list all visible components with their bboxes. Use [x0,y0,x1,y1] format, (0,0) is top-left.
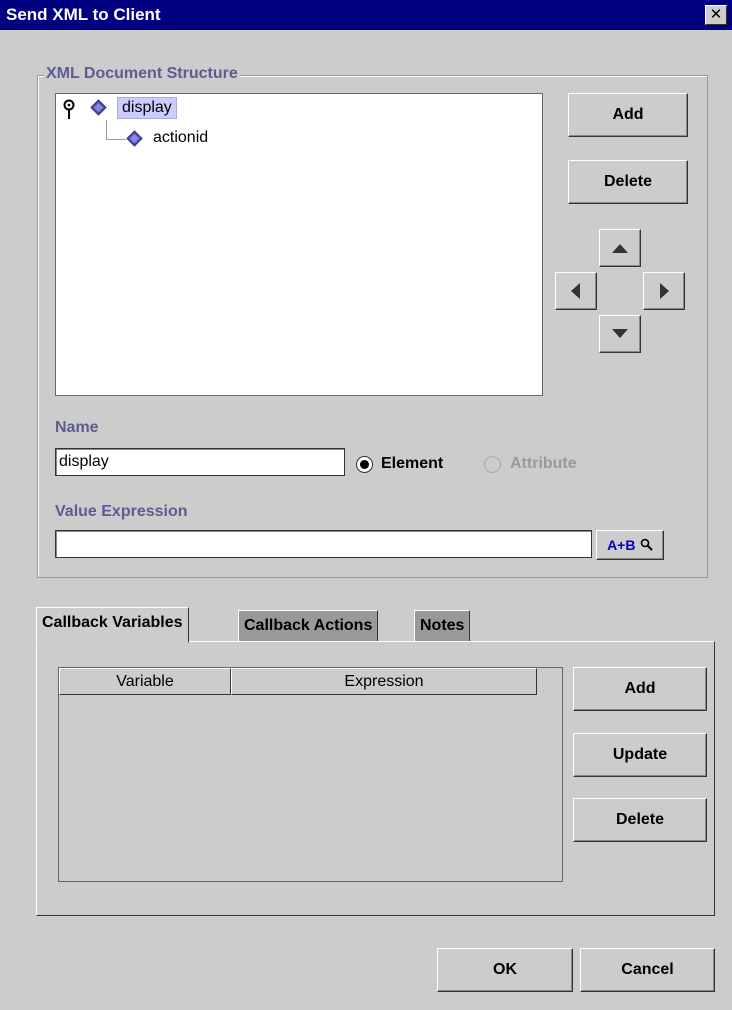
tab-callback-variables[interactable]: Callback Variables [36,607,189,643]
delete-node-button[interactable]: Delete [568,160,688,204]
close-button[interactable]: ✕ [705,5,727,25]
magnifier-icon [640,538,653,551]
title-bar[interactable]: Send XML to Client ✕ [0,0,732,30]
name-input[interactable] [55,448,345,476]
close-icon: ✕ [709,6,723,23]
value-expression-label: Value Expression [55,503,188,520]
expression-builder-button[interactable]: A+B [596,530,664,560]
arrow-right-icon [660,283,669,299]
element-radio-label[interactable]: Element [381,454,443,474]
column-header-expression[interactable]: Expression [231,668,537,695]
tree-connector [106,120,107,140]
callback-variables-table[interactable]: Variable Expression [58,667,563,882]
attribute-radio[interactable] [484,456,501,473]
move-left-button[interactable] [555,272,597,310]
move-right-button[interactable] [643,272,685,310]
arrow-down-icon [612,329,628,338]
arrow-up-icon [612,244,628,253]
update-variable-button[interactable]: Update [573,733,707,777]
name-label: Name [55,419,99,436]
dialog-window: Send XML to Client ✕ XML Document Struct… [0,0,732,1010]
tab-callback-actions[interactable]: Callback Actions [238,610,379,642]
ok-button[interactable]: OK [437,948,573,992]
tree-node-display[interactable]: display [117,97,177,119]
element-node-icon [126,130,143,147]
value-expression-input[interactable] [55,530,592,558]
move-up-button[interactable] [599,229,641,267]
expression-builder-label: A+B [607,537,636,553]
arrow-left-icon [571,283,580,299]
add-node-button[interactable]: Add [568,93,688,137]
window-title: Send XML to Client [6,5,161,24]
tree-connector [106,139,126,140]
element-radio[interactable] [356,456,373,473]
add-variable-button[interactable]: Add [573,667,707,711]
tab-notes[interactable]: Notes [414,610,471,642]
move-down-button[interactable] [599,315,641,353]
cancel-button[interactable]: Cancel [580,948,715,992]
attribute-radio-label[interactable]: Attribute [510,454,577,474]
element-node-icon [90,99,107,116]
xml-tree[interactable]: display actionid [55,93,543,396]
delete-variable-button[interactable]: Delete [573,798,707,842]
tree-handle-icon[interactable] [62,99,76,121]
tree-node-actionid[interactable]: actionid [153,128,208,148]
column-header-variable[interactable]: Variable [59,668,231,695]
xml-structure-group-title: XML Document Structure [44,64,240,84]
